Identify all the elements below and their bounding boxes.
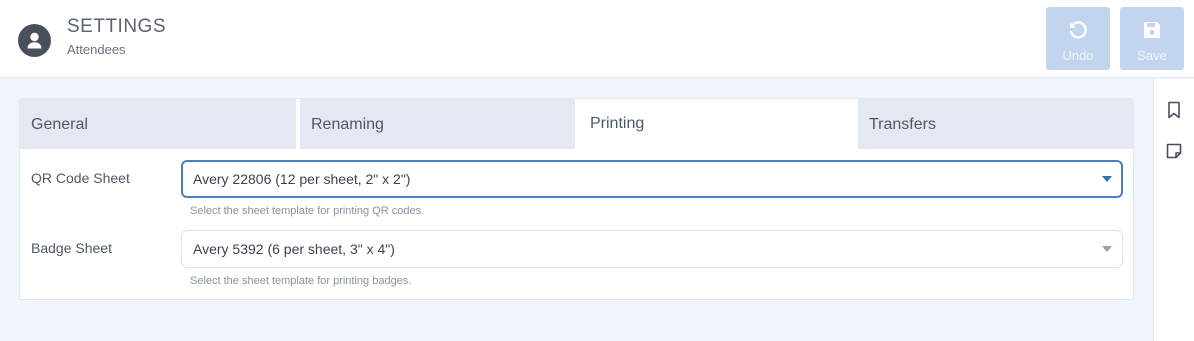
- undo-icon: [1069, 21, 1087, 39]
- save-label: Save: [1137, 48, 1167, 63]
- chevron-down-icon: [1102, 246, 1112, 252]
- tab-renaming[interactable]: Renaming: [300, 99, 575, 149]
- qr-code-sheet-select[interactable]: Avery 22806 (12 per sheet, 2" x 2"): [181, 160, 1123, 198]
- page-title: SETTINGS: [67, 16, 167, 37]
- qr-code-sheet-label: QR Code Sheet: [31, 170, 130, 186]
- badge-sheet-select[interactable]: Avery 5392 (6 per sheet, 3" x 4"): [181, 230, 1123, 268]
- right-rail: [1153, 79, 1194, 341]
- floppy-disk-icon: [1144, 22, 1160, 38]
- page-subtitle: Attendees: [67, 42, 126, 57]
- tab-printing[interactable]: Printing: [579, 99, 854, 151]
- bookmark-icon[interactable]: [1164, 100, 1184, 120]
- badge-sheet-value: Avery 5392 (6 per sheet, 3" x 4"): [193, 241, 395, 257]
- badge-sheet-label: Badge Sheet: [31, 240, 112, 256]
- badge-sheet-help: Select the sheet template for printing b…: [190, 275, 412, 287]
- save-button[interactable]: Save: [1120, 7, 1184, 70]
- user-avatar-icon: [18, 24, 51, 57]
- tab-transfers[interactable]: Transfers: [858, 99, 1134, 149]
- settings-card: General Renaming Printing Transfers QR C…: [19, 98, 1134, 300]
- undo-label: Undo: [1062, 48, 1094, 63]
- note-icon[interactable]: [1164, 141, 1184, 161]
- qr-code-sheet-value: Avery 22806 (12 per sheet, 2" x 2"): [193, 171, 411, 187]
- page-header: SETTINGS Attendees Undo Save: [0, 0, 1194, 78]
- tab-general[interactable]: General: [20, 99, 296, 149]
- chevron-down-icon: [1102, 176, 1112, 182]
- qr-code-sheet-help: Select the sheet template for printing Q…: [190, 205, 425, 217]
- undo-button[interactable]: Undo: [1046, 7, 1110, 70]
